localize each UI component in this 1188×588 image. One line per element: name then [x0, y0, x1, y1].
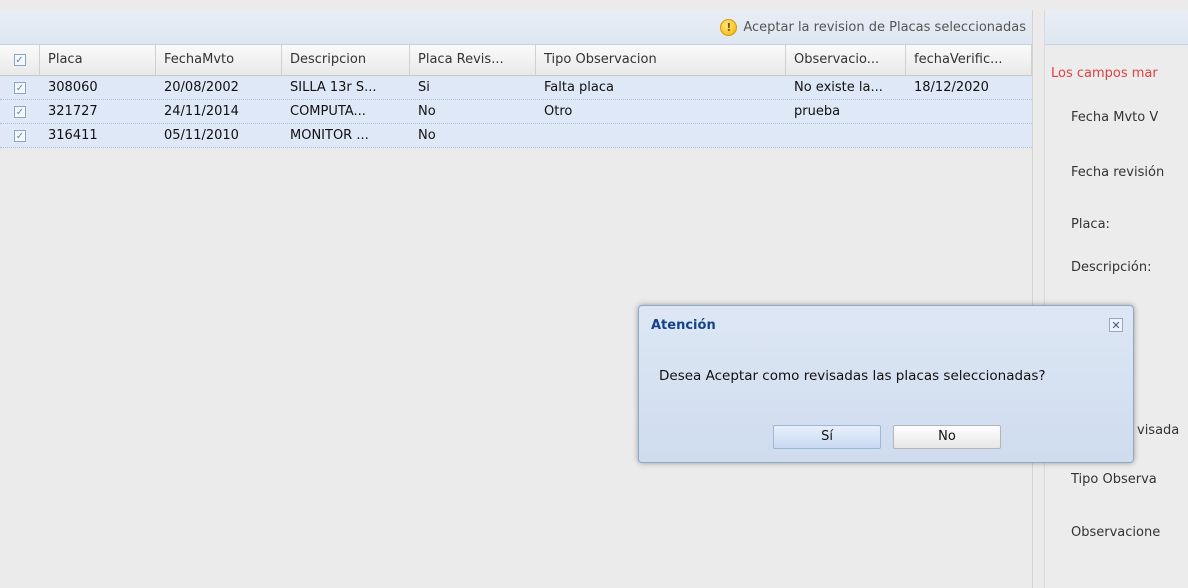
- cell-placa-revisada: Si: [418, 80, 430, 95]
- warning-icon: !: [720, 18, 738, 36]
- grid-header: ✓ Placa FechaMvto Descripcion Placa Revi…: [0, 45, 1032, 76]
- column-header-fechamvto[interactable]: FechaMvto: [156, 45, 282, 75]
- yes-button[interactable]: Sí: [773, 425, 881, 449]
- no-button[interactable]: No: [893, 425, 1001, 449]
- select-all-checkbox-cell[interactable]: ✓: [0, 45, 40, 75]
- cell-descripcion: COMPUTA...: [290, 104, 366, 119]
- detail-form-panel: Los campos mar Fecha Mvto V Fecha revisi…: [1044, 10, 1188, 588]
- row-checkbox[interactable]: ✓: [14, 105, 26, 118]
- grid-toolbar: ! Aceptar la revision de Placas seleccio…: [0, 10, 1032, 45]
- row-checkbox-cell[interactable]: ✓: [0, 124, 40, 147]
- label-fecha-revision: Fecha revisión: [1071, 165, 1165, 180]
- cell-placa-revisada: No: [418, 104, 436, 119]
- table-row[interactable]: ✓ 321727 24/11/2014 COMPUTA... No Otro p…: [0, 100, 1032, 124]
- dialog-title: Atención: [651, 318, 716, 333]
- column-header-descripcion[interactable]: Descripcion: [282, 45, 410, 75]
- grid-body: ✓ 308060 20/08/2002 SILLA 13r S... Si Fa…: [0, 76, 1032, 148]
- cell-tipo-observacion: Otro: [544, 104, 573, 119]
- row-checkbox-cell[interactable]: ✓: [0, 100, 40, 123]
- cell-placa: 321727: [48, 104, 98, 119]
- label-revisada: visada: [1137, 423, 1180, 438]
- dialog-message: Desea Aceptar como revisadas las placas …: [659, 368, 1046, 384]
- confirm-dialog: Atención ✕ Desea Aceptar como revisadas …: [638, 305, 1134, 463]
- cell-placa-revisada: No: [418, 128, 436, 143]
- cell-fechamvto: 05/11/2010: [164, 128, 239, 143]
- close-icon[interactable]: ✕: [1109, 318, 1123, 332]
- column-header-fecha-verificacion[interactable]: fechaVerific...: [906, 45, 1032, 75]
- cell-descripcion: MONITOR ...: [290, 128, 369, 143]
- row-checkbox-cell[interactable]: ✓: [0, 76, 40, 99]
- table-row[interactable]: ✓ 316411 05/11/2010 MONITOR ... No: [0, 124, 1032, 148]
- cell-observacion: prueba: [794, 104, 841, 119]
- label-descripcion: Descripción:: [1071, 260, 1152, 275]
- column-header-tipo-observacion[interactable]: Tipo Observacion: [536, 45, 786, 75]
- column-header-placa-revisada[interactable]: Placa Revis...: [410, 45, 536, 75]
- label-fecha-mvto: Fecha Mvto V: [1071, 110, 1159, 125]
- cell-fecha-verificacion: 18/12/2020: [914, 80, 989, 95]
- cell-fecha-verificacion: [906, 100, 1032, 123]
- label-observaciones: Observacione: [1071, 525, 1161, 540]
- cell-fechamvto: 24/11/2014: [164, 104, 239, 119]
- column-header-observacion[interactable]: Observacio...: [786, 45, 906, 75]
- row-checkbox[interactable]: ✓: [14, 129, 26, 142]
- accept-revision-button[interactable]: ! Aceptar la revision de Placas seleccio…: [720, 15, 1026, 39]
- label-placa: Placa:: [1071, 217, 1110, 232]
- row-checkbox[interactable]: ✓: [14, 81, 26, 94]
- select-all-checkbox[interactable]: ✓: [13, 54, 26, 66]
- table-row[interactable]: ✓ 308060 20/08/2002 SILLA 13r S... Si Fa…: [0, 76, 1032, 100]
- column-header-placa[interactable]: Placa: [40, 45, 156, 75]
- cell-placa: 308060: [48, 80, 98, 95]
- grid-panel: ! Aceptar la revision de Placas seleccio…: [0, 10, 1033, 588]
- cell-tipo-observacion: [536, 124, 786, 147]
- label-tipo-observacion: Tipo Observa: [1071, 472, 1157, 487]
- cell-descripcion: SILLA 13r S...: [290, 80, 377, 95]
- detail-form-header: [1045, 10, 1188, 45]
- cell-placa: 316411: [48, 128, 98, 143]
- cell-observacion: No existe la...: [794, 80, 883, 95]
- cell-fechamvto: 20/08/2002: [164, 80, 239, 95]
- required-fields-note: Los campos mar: [1051, 66, 1158, 81]
- cell-tipo-observacion: Falta placa: [544, 80, 615, 95]
- cell-observacion: [786, 124, 906, 147]
- cell-fecha-verificacion: [906, 124, 1032, 147]
- accept-revision-label: Aceptar la revision de Placas selecciona…: [743, 19, 1026, 35]
